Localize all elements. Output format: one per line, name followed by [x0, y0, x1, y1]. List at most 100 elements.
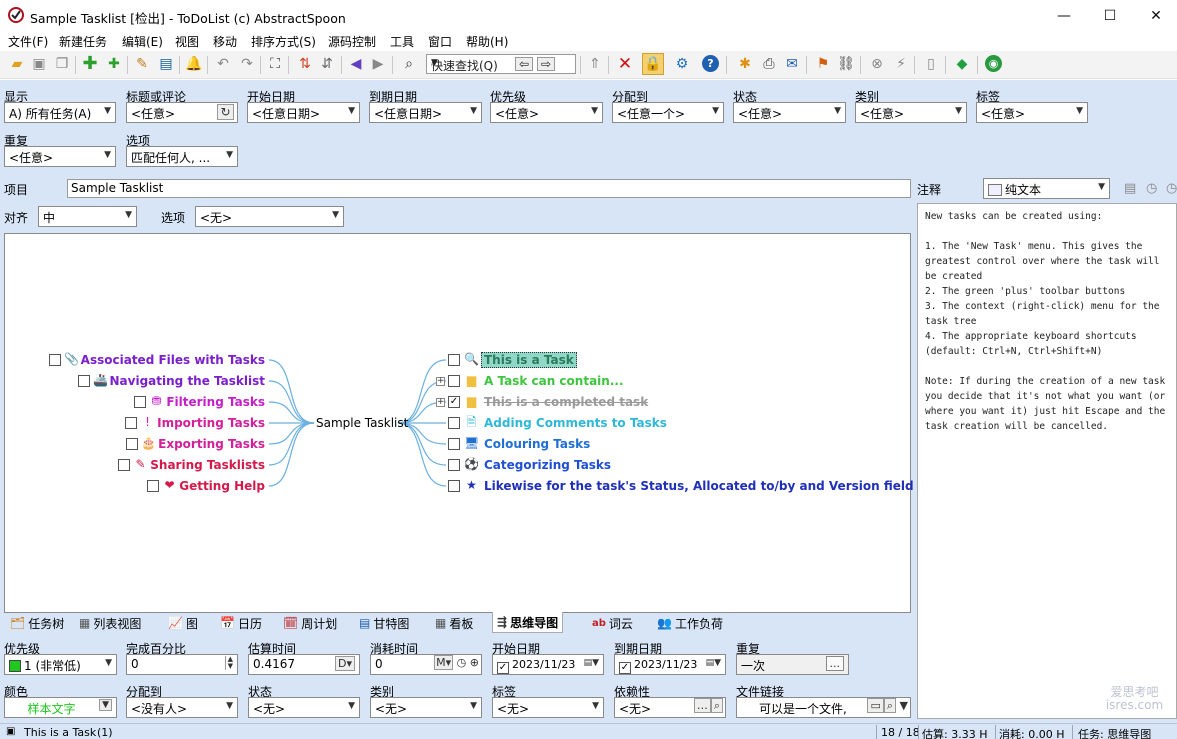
mind-map-node-left[interactable]: Sharing Tasklists	[150, 458, 265, 472]
task-checkbox[interactable]	[448, 417, 460, 429]
tab-word-cloud[interactable]: ab 词云	[592, 613, 633, 633]
task-checkbox[interactable]	[78, 375, 90, 387]
alloc-to-select[interactable]: <没有人> ▼	[126, 697, 238, 718]
tab-gantt[interactable]: ▤ 甘特图	[359, 613, 409, 633]
menu-file[interactable]: 文件(F)	[8, 33, 48, 50]
due-date-picker[interactable]: ✓ 2023/11/23 ▤▼	[614, 654, 726, 675]
menu-edit[interactable]: 编辑(E)	[122, 33, 163, 50]
mind-map-node-left[interactable]: Filtering Tasks	[166, 395, 265, 409]
menu-move[interactable]: 移动	[213, 33, 237, 50]
spent-time-input[interactable]: 0 M▾ ◷ ⊕	[370, 654, 482, 675]
file-link-input[interactable]: 可以是一个文件, ▭ ⌕ ▼	[736, 697, 911, 718]
reminder-bell-icon[interactable]: 🔔	[185, 55, 203, 73]
est-time-input[interactable]: 0.4167 D▾	[248, 654, 360, 675]
mind-map-node-right[interactable]: Adding Comments to Tasks	[484, 416, 667, 430]
status-select[interactable]: <无> ▼	[248, 697, 360, 718]
save-icon[interactable]: ▣	[30, 55, 48, 73]
task-checkbox[interactable]	[448, 438, 460, 450]
edit-pencil-icon[interactable]: ✎	[133, 55, 151, 73]
chevron-down-icon[interactable]: ▼	[99, 699, 112, 711]
notes-format-select[interactable]: 纯文本 ▼	[983, 178, 1110, 199]
search-icon[interactable]: ⌕	[710, 698, 723, 713]
menu-help[interactable]: 帮助(H)	[466, 33, 508, 50]
clock-icon[interactable]: ◷	[457, 656, 467, 669]
menu-view[interactable]: 视图	[175, 33, 199, 50]
maximize-view-icon[interactable]: ⛶	[266, 55, 284, 73]
mind-map-node-right[interactable]: Likewise for the task's Status, Allocate…	[484, 479, 921, 493]
filter-show-select[interactable]: A) 所有任务(A) ▼	[4, 102, 116, 123]
dependency-edit-button[interactable]: …	[693, 698, 711, 713]
est-unit-select[interactable]: D▾	[334, 656, 355, 671]
recurrence-field[interactable]: 一次...	[736, 654, 849, 675]
undo-icon[interactable]: ↶	[214, 55, 232, 73]
expand-toggle[interactable]: +	[436, 398, 445, 407]
file-link-buttons[interactable]: ▭ ⌕ ▼	[867, 698, 908, 713]
sort-icon[interactable]: ⇅	[296, 55, 314, 73]
tab-calendar[interactable]: 📅 日历	[220, 613, 262, 633]
delete-x-icon[interactable]: ✕	[616, 55, 634, 73]
arrow-right-icon[interactable]: ▶	[369, 55, 387, 73]
spent-unit-select[interactable]: M▾	[434, 655, 454, 670]
filter-due-select[interactable]: <任意日期> ▼	[369, 102, 482, 123]
notes-text-area[interactable]: New tasks can be created using: 1. The '…	[917, 203, 1177, 719]
lightning-icon[interactable]: ⚡	[892, 55, 910, 73]
filter-start-select[interactable]: <任意日期> ▼	[247, 102, 360, 123]
flag-icon[interactable]: ⚑	[814, 55, 832, 73]
task-checkbox[interactable]	[448, 354, 460, 366]
tab-chart[interactable]: 📈 图	[168, 613, 198, 633]
mind-map-node-right[interactable]: Categorizing Tasks	[484, 458, 611, 472]
menu-sort[interactable]: 排序方式(S)	[251, 33, 316, 50]
ticket-icon[interactable]: ◆	[953, 55, 971, 73]
save-all-icon[interactable]: ❐	[53, 55, 71, 73]
task-checkbox[interactable]	[134, 396, 146, 408]
tab-list-view[interactable]: ▦ 列表视图	[79, 613, 141, 633]
email-icon[interactable]: ✉	[783, 55, 801, 73]
new-subtask-plus-icon[interactable]: ✚	[105, 55, 123, 73]
due-date-checkbox[interactable]: ✓	[619, 662, 631, 674]
task-checkbox[interactable]	[448, 375, 460, 387]
open-folder-icon[interactable]: ▰	[8, 55, 26, 73]
help-icon[interactable]: ?	[702, 55, 719, 72]
calendar-dropdown-icon[interactable]: ▤▼	[584, 658, 599, 668]
print-icon[interactable]: ⎙	[760, 55, 778, 73]
dependency-input[interactable]: <无> … ⌕	[614, 697, 726, 718]
maximize-button[interactable]: ☐	[1087, 0, 1133, 31]
spent-controls[interactable]: M▾ ◷ ⊕	[434, 655, 479, 670]
map-options-select[interactable]: <无> ▼	[195, 206, 344, 227]
start-date-picker[interactable]: ✓ 2023/11/23 ▤▼	[492, 654, 604, 675]
task-checkbox[interactable]	[118, 459, 130, 471]
globe-icon[interactable]: ◉	[985, 55, 1002, 72]
notes-toolbar-icon[interactable]: ▤	[1124, 181, 1136, 196]
filter-alloc-select[interactable]: <任意一个> ▼	[612, 102, 724, 123]
find-binoculars-icon[interactable]: ⌕	[400, 55, 418, 73]
close-button[interactable]: ✕	[1133, 0, 1177, 31]
task-checkbox[interactable]: ✓	[448, 396, 460, 408]
cancel-circle-icon[interactable]: ⊗	[868, 55, 886, 73]
mind-map-node-right[interactable]: This is a Task	[481, 352, 577, 368]
mind-map-node-right[interactable]: A Task can contain...	[484, 374, 624, 388]
percent-spin-input[interactable]: 0 ▲ ▼	[126, 654, 238, 675]
menu-source-control[interactable]: 源码控制	[328, 33, 376, 50]
lock-icon[interactable]: 🔒	[642, 53, 664, 75]
category-select[interactable]: <无> ▼	[370, 697, 482, 718]
star-burst-icon[interactable]: ✱	[736, 55, 754, 73]
settings-gear-icon[interactable]: ⚙	[673, 55, 691, 73]
filter-status-select[interactable]: <任意> ▼	[733, 102, 846, 123]
menu-new-task[interactable]: 新建任务	[59, 33, 107, 50]
tab-task-tree[interactable]: 🗂 任务树	[10, 613, 64, 633]
tab-week-planner[interactable]: 🗓 周计划	[283, 613, 337, 633]
task-checkbox[interactable]	[448, 480, 460, 492]
dependency-buttons[interactable]: … ⌕	[693, 698, 723, 713]
notes-clock-icon[interactable]: ◷	[1146, 181, 1157, 196]
mind-map-node-left[interactable]: Associated Files with Tasks	[81, 353, 265, 367]
edit-title-icon[interactable]: ▤	[157, 55, 175, 73]
sort-multi-icon[interactable]: ⇵	[318, 55, 336, 73]
tags-select[interactable]: <无> ▼	[492, 697, 604, 718]
redo-icon[interactable]: ↷	[238, 55, 256, 73]
task-checkbox[interactable]	[49, 354, 61, 366]
arrow-left-icon[interactable]: ◀	[347, 55, 365, 73]
mind-map-root[interactable]: Sample Tasklist	[316, 416, 408, 430]
mind-map-node-right[interactable]: Colouring Tasks	[484, 437, 590, 451]
add-time-icon[interactable]: ⊕	[470, 656, 479, 669]
mind-map-node-left[interactable]: Navigating the Tasklist	[110, 374, 265, 388]
